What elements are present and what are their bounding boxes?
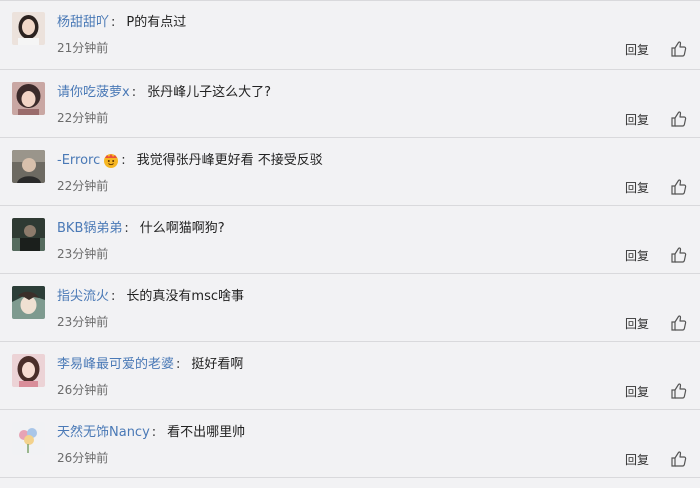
- avatar-girl-icon[interactable]: [12, 12, 45, 45]
- thumbs-up-icon[interactable]: [670, 382, 688, 400]
- comment-time: 23分钟前: [57, 247, 109, 261]
- thumbs-up-icon[interactable]: [670, 110, 688, 128]
- colon: :: [111, 289, 116, 304]
- username-link[interactable]: BKB锅弟弟: [57, 220, 122, 238]
- thumbs-up-icon[interactable]: [670, 314, 688, 332]
- comment-header: BKB锅弟弟 : 什么啊猫啊狗?: [57, 220, 225, 238]
- reply-button[interactable]: 回复: [625, 112, 649, 128]
- comment-row: 请你吃菠萝x : 张丹峰儿子这么大了? 22分钟前 回复: [0, 70, 700, 138]
- comment-header: 杨甜甜吖 : P的有点过: [57, 14, 186, 32]
- colon: :: [121, 153, 126, 168]
- colon: :: [151, 425, 157, 440]
- avatar-girl-pink-icon[interactable]: [12, 354, 45, 387]
- comment-text: 长的真没有msc啥事: [126, 289, 244, 304]
- comment-row: 指尖流火 : 长的真没有msc啥事 23分钟前 回复: [0, 274, 700, 342]
- thumbs-up-icon[interactable]: [670, 40, 688, 58]
- comment-time: 22分钟前: [57, 179, 109, 193]
- comment-text: P的有点过: [126, 15, 187, 30]
- username-link[interactable]: 杨甜甜吖: [57, 14, 109, 32]
- comment-time: 22分钟前: [57, 111, 109, 125]
- comment-time: 26分钟前: [57, 383, 109, 397]
- comment-row: -Errorc : 我觉得张丹峰更好看 不接受反驳 22分钟前 回复: [0, 138, 700, 206]
- colon: :: [176, 357, 181, 372]
- avatar-girl-dark-hair-icon[interactable]: [12, 82, 45, 115]
- colon: :: [131, 85, 137, 100]
- thumbs-up-icon[interactable]: [670, 450, 688, 468]
- username-link[interactable]: -Errorc: [57, 152, 100, 170]
- comment-time: 26分钟前: [57, 451, 109, 465]
- thumbs-up-icon[interactable]: [670, 178, 688, 196]
- avatar-person-dark-icon[interactable]: [12, 150, 45, 183]
- comment-row: 天然无饰Nancy : 看不出哪里帅 26分钟前 回复: [0, 410, 700, 478]
- colon: :: [111, 15, 116, 30]
- comment-text: 张丹峰儿子这么大了?: [147, 85, 271, 100]
- avatar-anime-icon[interactable]: [12, 286, 45, 319]
- comment-header: 请你吃菠萝x : 张丹峰儿子这么大了?: [57, 84, 271, 102]
- username-link[interactable]: 请你吃菠萝x: [57, 84, 130, 102]
- comment-header: 指尖流火 : 长的真没有msc啥事: [57, 288, 244, 306]
- comment-row: BKB锅弟弟 : 什么啊猫啊狗? 23分钟前 回复: [0, 206, 700, 274]
- username-link[interactable]: 指尖流火: [57, 288, 109, 306]
- comment-header: 李易峰最可爱的老婆 : 挺好看啊: [57, 356, 243, 374]
- avatar-flower-icon[interactable]: [12, 422, 45, 455]
- username-link[interactable]: 天然无饰Nancy: [57, 424, 150, 442]
- comment-text: 挺好看啊: [191, 357, 244, 372]
- reply-button[interactable]: 回复: [625, 248, 649, 264]
- reply-button[interactable]: 回复: [625, 316, 649, 332]
- colon: :: [124, 221, 129, 236]
- comment-header: -Errorc : 我觉得张丹峰更好看 不接受反驳: [57, 152, 323, 170]
- comment-list: 杨甜甜吖 : P的有点过 21分钟前 回复 请你吃菠萝x : 张丹峰儿子这么大了…: [0, 0, 700, 478]
- smiley-badge-icon: [103, 153, 119, 169]
- reply-button[interactable]: 回复: [625, 42, 649, 58]
- comment-row: 杨甜甜吖 : P的有点过 21分钟前 回复: [0, 0, 700, 70]
- username-link[interactable]: 李易峰最可爱的老婆: [57, 356, 174, 374]
- reply-button[interactable]: 回复: [625, 384, 649, 400]
- reply-button[interactable]: 回复: [625, 452, 649, 468]
- comment-text: 看不出哪里帅: [167, 425, 246, 440]
- comment-time: 23分钟前: [57, 315, 109, 329]
- avatar-dark-photo-icon[interactable]: [12, 218, 45, 251]
- comment-text: 我觉得张丹峰更好看 不接受反驳: [136, 153, 323, 168]
- comment-header: 天然无饰Nancy : 看不出哪里帅: [57, 424, 245, 442]
- comment-time: 21分钟前: [57, 41, 109, 55]
- thumbs-up-icon[interactable]: [670, 246, 688, 264]
- comment-text: 什么啊猫啊狗?: [139, 221, 225, 236]
- comment-row: 李易峰最可爱的老婆 : 挺好看啊 26分钟前 回复: [0, 342, 700, 410]
- reply-button[interactable]: 回复: [625, 180, 649, 196]
